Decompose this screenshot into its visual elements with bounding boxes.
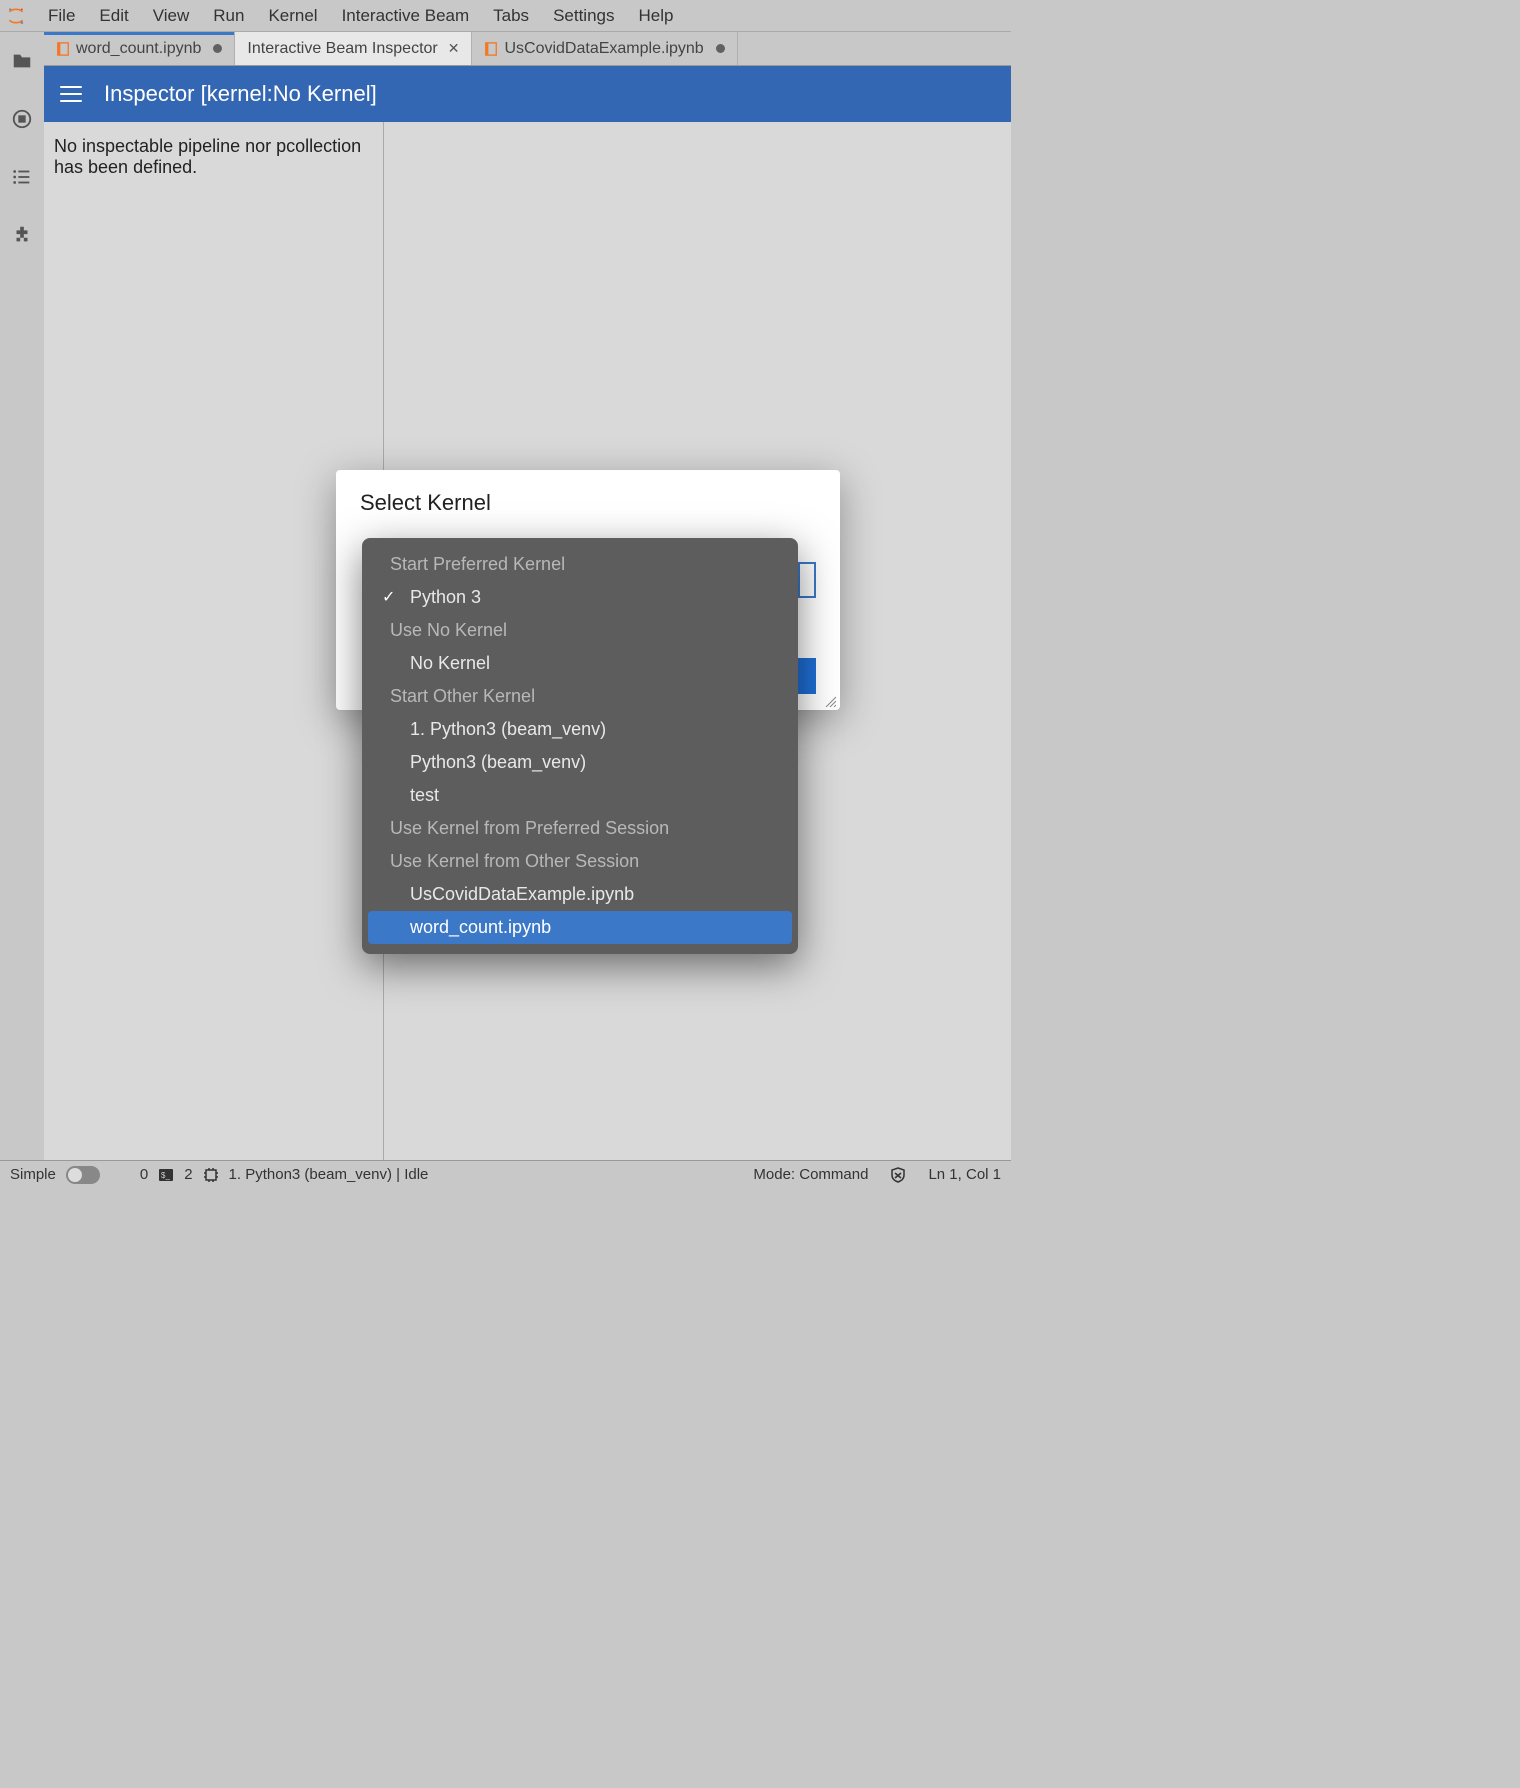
mode-label[interactable]: Mode: Command bbox=[753, 1166, 868, 1183]
dirty-indicator-icon bbox=[716, 44, 725, 53]
menu-tabs[interactable]: Tabs bbox=[481, 2, 541, 30]
dd-item-python3-beam-venv[interactable]: Python3 (beam_venv) bbox=[362, 746, 798, 779]
dd-item-python3[interactable]: Python 3 bbox=[362, 581, 798, 614]
tab-label: word_count.ipynb bbox=[76, 40, 201, 58]
tab-word-count[interactable]: word_count.ipynb bbox=[44, 32, 235, 65]
dd-group-start-other: Start Other Kernel bbox=[362, 680, 798, 713]
tab-label: UsCovidDataExample.ipynb bbox=[504, 40, 703, 58]
simple-label: Simple bbox=[10, 1166, 56, 1183]
kernel-select-input[interactable] bbox=[798, 562, 816, 598]
jupyter-logo-icon bbox=[6, 6, 26, 26]
dd-group-preferred-session: Use Kernel from Preferred Session bbox=[362, 812, 798, 845]
terminal-icon[interactable]: $_ bbox=[158, 1167, 174, 1183]
folder-icon[interactable] bbox=[11, 50, 33, 72]
empty-message: No inspectable pipeline nor pcollection … bbox=[54, 136, 373, 178]
toc-icon[interactable] bbox=[11, 166, 33, 188]
dd-group-use-no-kernel: Use No Kernel bbox=[362, 614, 798, 647]
menu-kernel[interactable]: Kernel bbox=[256, 2, 329, 30]
inspector-title: Inspector [kernel:No Kernel] bbox=[104, 81, 377, 107]
menu-help[interactable]: Help bbox=[627, 2, 686, 30]
dirty-indicator-icon bbox=[213, 44, 222, 53]
extension-icon[interactable] bbox=[11, 224, 33, 246]
inspector-left-pane: No inspectable pipeline nor pcollection … bbox=[44, 122, 384, 1160]
menu-run[interactable]: Run bbox=[201, 2, 256, 30]
menu-settings[interactable]: Settings bbox=[541, 2, 626, 30]
notebook-icon bbox=[56, 42, 70, 56]
menu-interactive-beam[interactable]: Interactive Beam bbox=[330, 2, 482, 30]
terminal-count[interactable]: 2 bbox=[184, 1166, 192, 1183]
select-button[interactable] bbox=[798, 658, 816, 694]
tab-bar: word_count.ipynb Interactive Beam Inspec… bbox=[44, 32, 1011, 66]
statusbar: Simple 0 $_ 2 1. Python3 (beam_venv) | I… bbox=[0, 1160, 1011, 1188]
tab-inspector[interactable]: Interactive Beam Inspector ✕ bbox=[235, 32, 472, 65]
dd-group-other-session: Use Kernel from Other Session bbox=[362, 845, 798, 878]
inspector-header: Inspector [kernel:No Kernel] bbox=[44, 66, 1011, 122]
kernel-icon[interactable] bbox=[203, 1167, 219, 1183]
dd-item-word-count[interactable]: word_count.ipynb bbox=[368, 911, 792, 944]
menubar: File Edit View Run Kernel Interactive Be… bbox=[0, 0, 1011, 32]
menu-file[interactable]: File bbox=[36, 2, 87, 30]
svg-text:$_: $_ bbox=[161, 1171, 170, 1180]
dialog-title: Select Kernel bbox=[360, 490, 816, 516]
dd-group-start-preferred: Start Preferred Kernel bbox=[362, 548, 798, 581]
simple-toggle[interactable] bbox=[66, 1166, 100, 1184]
menu-icon[interactable] bbox=[60, 86, 82, 102]
kernel-dropdown: Start Preferred Kernel Python 3 Use No K… bbox=[362, 538, 798, 954]
resize-handle-icon[interactable] bbox=[824, 694, 836, 706]
tab-label: Interactive Beam Inspector bbox=[247, 40, 437, 58]
tab-uscovid[interactable]: UsCovidDataExample.ipynb bbox=[472, 32, 737, 65]
dd-item-no-kernel[interactable]: No Kernel bbox=[362, 647, 798, 680]
dd-item-test[interactable]: test bbox=[362, 779, 798, 812]
tab-count[interactable]: 0 bbox=[140, 1166, 148, 1183]
left-rail bbox=[0, 32, 44, 1160]
dd-item-python3-beam-venv-1[interactable]: 1. Python3 (beam_venv) bbox=[362, 713, 798, 746]
menu-edit[interactable]: Edit bbox=[87, 2, 140, 30]
close-icon[interactable]: ✕ bbox=[448, 40, 460, 57]
menu-view[interactable]: View bbox=[141, 2, 202, 30]
running-icon[interactable] bbox=[11, 108, 33, 130]
notebook-icon bbox=[484, 42, 498, 56]
kernel-status[interactable]: 1. Python3 (beam_venv) | Idle bbox=[229, 1166, 429, 1183]
trust-icon[interactable] bbox=[890, 1167, 906, 1183]
dd-item-uscovid[interactable]: UsCovidDataExample.ipynb bbox=[362, 878, 798, 911]
cursor-position[interactable]: Ln 1, Col 1 bbox=[928, 1166, 1001, 1183]
